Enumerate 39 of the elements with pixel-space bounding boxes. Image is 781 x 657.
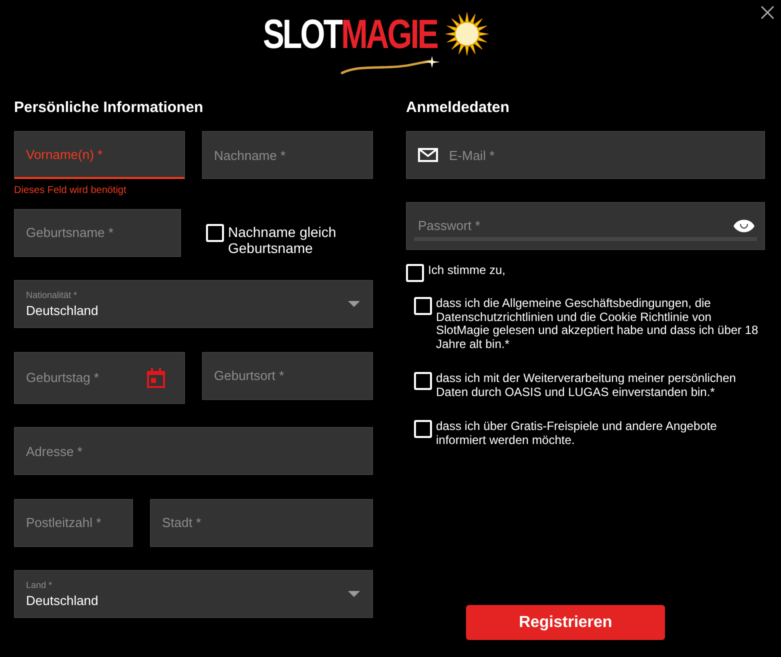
input-field[interactable]: Geburtsort *: [202, 352, 373, 400]
input-field[interactable]: Nachname *: [202, 131, 373, 179]
register-button[interactable]: Registrieren: [466, 605, 665, 640]
date-field[interactable]: Geburtstag *: [14, 352, 185, 404]
section-heading: Anmeldedaten: [406, 99, 510, 117]
email-field[interactable]: E-Mail *: [406, 131, 765, 179]
checkbox[interactable]: [414, 372, 432, 390]
close-button[interactable]: [761, 6, 774, 19]
checkbox[interactable]: [406, 264, 424, 282]
sun-icon: [445, 12, 490, 56]
error-message: Dieses Feld wird benötigt: [14, 185, 128, 197]
dropdown-value: Deutschland: [26, 302, 98, 318]
floating-label: Nationalität *: [26, 290, 78, 300]
consent-label: Ich stimme zu,: [428, 264, 506, 278]
logo-wordmark: SLOTMAGIE: [263, 14, 438, 54]
dropdown-field[interactable]: Land * Deutschland: [14, 570, 373, 618]
checkbox[interactable]: [414, 297, 432, 315]
input-field[interactable]: Geburtsname *: [14, 208, 181, 256]
checkbox-label: Nachname gleich Geburtsname: [228, 224, 338, 256]
eye-icon[interactable]: [733, 219, 755, 233]
consent-text: dass ich die Allgemeine Geschäftsbedingungen, die Datenschutzrichtlinien und die Cookie Richtlinie von SlotMagie gelesen und akzeptiert habe und dass ich über 18 Jahre alt bin.*: [436, 297, 760, 351]
input-field[interactable]: Adresse *: [14, 427, 373, 475]
input-field[interactable]: Vorname(n) *: [14, 131, 185, 179]
dropdown-field[interactable]: Nationalität * Deutschland: [14, 280, 373, 328]
caret-icon: [348, 301, 360, 307]
dropdown-value: Deutschland: [26, 592, 98, 608]
calendar-icon[interactable]: [147, 368, 165, 388]
input-field[interactable]: Stadt *: [150, 498, 373, 546]
checkbox[interactable]: [206, 224, 224, 242]
password-field[interactable]: Passwort *: [406, 202, 765, 250]
envelope-icon: [418, 148, 438, 162]
caret-icon: [348, 591, 360, 597]
checkbox[interactable]: [414, 420, 432, 438]
section-heading: Persönliche Informationen: [14, 99, 204, 117]
consent-text: dass ich mit der Weiterverarbeitung meiner persönlichen Daten durch OASIS und LUGAS einverstanden bin.*: [436, 372, 737, 399]
close-icon: [761, 6, 774, 19]
input-field[interactable]: Postleitzahl *: [14, 498, 133, 546]
consent-text: dass ich über Gratis-Freispiele und andere Angebote informiert werden möchte.: [436, 420, 718, 447]
floating-label: Land *: [26, 580, 52, 590]
